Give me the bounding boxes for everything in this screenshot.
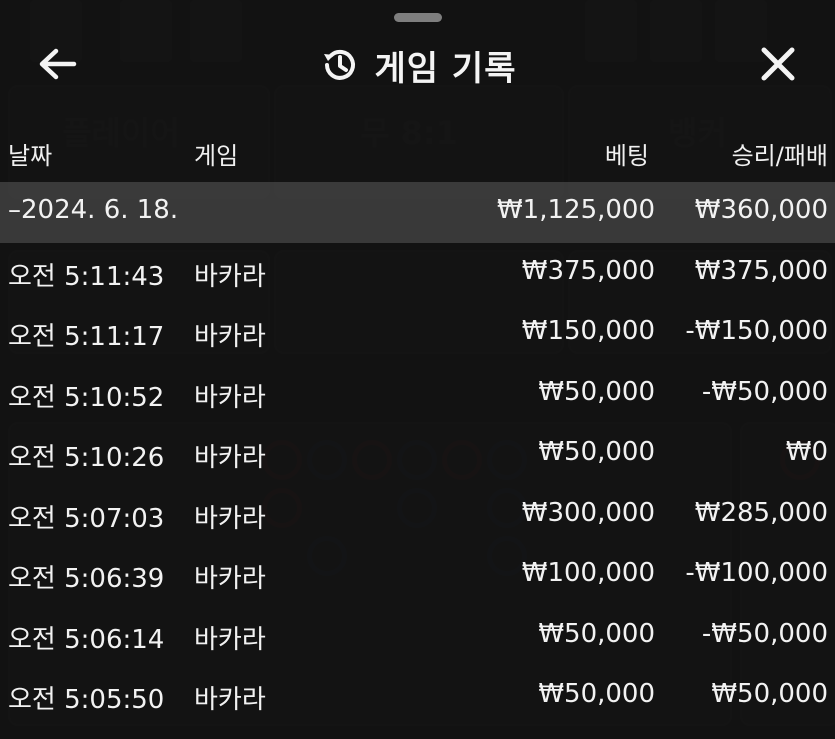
summary-bet-total: ₩1,125,000	[496, 195, 655, 225]
table-row[interactable]: 오전 5:11:17 바카라 ₩150,000 -₩150,000	[0, 303, 835, 364]
table-row[interactable]: 오전 5:06:14 바카라 ₩50,000 -₩50,000	[0, 606, 835, 667]
row-bet: ₩300,000	[521, 497, 655, 528]
column-header-result: 승리/패배	[731, 142, 828, 170]
row-time: 오전 5:10:26	[8, 443, 165, 473]
row-result: ₩50,000	[711, 679, 828, 709]
row-bet: ₩375,000	[521, 255, 655, 286]
row-time: 오전 5:07:03	[8, 503, 165, 534]
row-time: 오전 5:11:43	[8, 261, 165, 292]
row-bet: ₩50,000	[538, 437, 655, 467]
row-game: 바카라	[194, 261, 266, 292]
table-row[interactable]: 오전 5:06:39 바카라 ₩100,000 -₩100,000	[0, 545, 835, 606]
row-bet: ₩50,000	[538, 376, 655, 407]
column-header-date: 날짜	[8, 142, 53, 170]
history-clock-icon	[323, 49, 355, 80]
row-result: ₩285,000	[694, 497, 828, 528]
title-group: 게임 기록	[0, 28, 835, 102]
date-summary-row[interactable]: –2024. 6. 18. ₩1,125,000 ₩360,000	[0, 182, 835, 243]
table-row[interactable]: 오전 5:05:50 바카라 ₩50,000 ₩50,000	[0, 666, 835, 727]
row-result: -₩100,000	[685, 558, 828, 588]
summary-result-total: ₩360,000	[694, 195, 828, 225]
row-bet: ₩50,000	[538, 618, 655, 649]
row-game: 바카라	[194, 564, 266, 594]
sheet-header: 게임 기록	[0, 28, 835, 102]
row-result: -₩150,000	[685, 316, 828, 346]
row-time: 오전 5:06:14	[8, 624, 165, 655]
close-icon	[761, 47, 795, 81]
row-result: -₩50,000	[701, 376, 828, 407]
column-header-game: 게임	[194, 142, 239, 170]
row-game: 바카라	[194, 624, 266, 655]
row-result: ₩0	[785, 437, 828, 467]
close-button[interactable]	[754, 42, 802, 86]
row-time: 오전 5:05:50	[8, 685, 165, 715]
table-row[interactable]: 오전 5:10:52 바카라 ₩50,000 -₩50,000	[0, 364, 835, 425]
row-time: 오전 5:10:52	[8, 382, 165, 413]
page-title: 게임 기록	[374, 48, 517, 89]
row-bet: ₩50,000	[538, 679, 655, 709]
row-game: 바카라	[194, 322, 266, 352]
table-row[interactable]: 오전 5:10:26 바카라 ₩50,000 ₩0	[0, 424, 835, 485]
sheet-drag-handle[interactable]	[394, 13, 442, 22]
row-game: 바카라	[194, 382, 266, 413]
row-bet: ₩100,000	[521, 558, 655, 588]
row-game: 바카라	[194, 503, 266, 534]
row-result: -₩50,000	[701, 618, 828, 649]
table-row[interactable]: 오전 5:07:03 바카라 ₩300,000 ₩285,000	[0, 485, 835, 546]
row-time: 오전 5:11:17	[8, 322, 165, 352]
history-table: 날짜 게임 베팅 승리/패배 –2024. 6. 18. ₩1,125,000 …	[0, 122, 835, 727]
row-time: 오전 5:06:39	[8, 564, 165, 594]
row-game: 바카라	[194, 685, 266, 715]
column-header-bet: 베팅	[604, 142, 649, 170]
table-row[interactable]: 오전 5:11:43 바카라 ₩375,000 ₩375,000	[0, 243, 835, 304]
row-bet: ₩150,000	[521, 316, 655, 346]
summary-date: –2024. 6. 18.	[8, 195, 179, 225]
row-game: 바카라	[194, 443, 266, 473]
table-header: 날짜 게임 베팅 승리/패배	[0, 122, 835, 182]
row-result: ₩375,000	[694, 255, 828, 286]
